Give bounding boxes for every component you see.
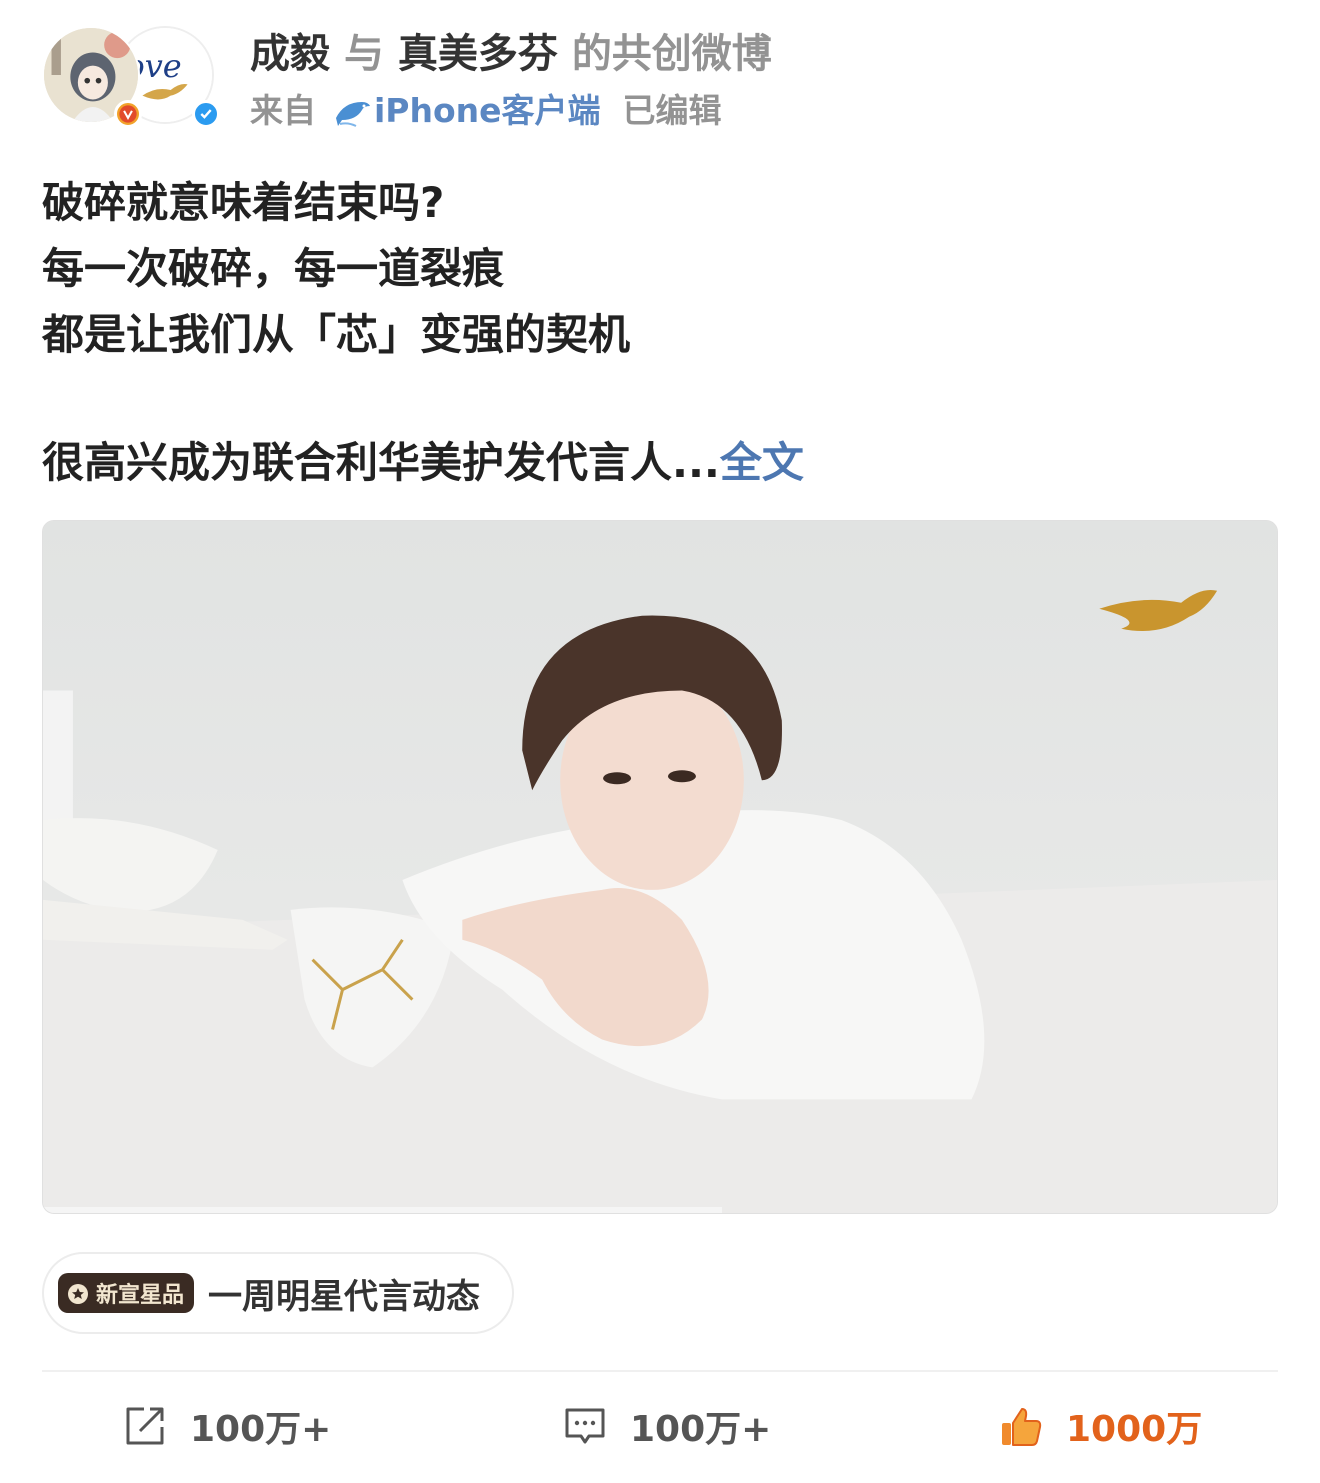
topic-badge-label: 新宣星品 [96,1283,185,1308]
post-line: 都是让我们从「芯」变强的契机 [42,310,631,359]
video-player[interactable] [42,520,1278,1214]
weibo-logo-icon [68,1284,88,1304]
dolphin-icon [336,102,370,127]
thumbs-up-icon [1002,1408,1042,1446]
like-count: 1000万 [1066,1409,1203,1450]
comment-count: 100万+ [630,1409,772,1450]
client-name: iPhone客户端 [374,91,601,130]
post-title-line: 成毅 与 真美多芬 的共创微博 [250,28,772,80]
post-line-last: 很高兴成为联合利华美护发代言人...全文 [42,430,1282,496]
post-last-text: 很高兴成为联合利华美护发代言人... [42,438,720,487]
verified-blue-badge-icon [192,100,220,128]
topic-chip[interactable]: 新宣星品 一周明星代言动态 [42,1252,514,1334]
post-text: 破碎就意味着结束吗? 每一次破碎，每一道裂痕 都是让我们从「芯」变强的契机 很高… [42,170,1282,496]
topic-text: 一周明星代言动态 [208,1276,481,1317]
author-name[interactable]: 成毅 [250,31,330,77]
connector-text: 与 [343,31,384,77]
share-button[interactable]: 100万+ [122,1372,331,1480]
like-button[interactable]: 1000万 [998,1372,1202,1480]
comment-button[interactable]: 100万+ [562,1372,771,1480]
topic-badge: 新宣星品 [58,1273,195,1313]
coauthor-name[interactable]: 真美多芬 [398,31,558,77]
post-line: 每一次破碎，每一道裂痕 [42,244,505,293]
edited-label[interactable]: 已编辑 [623,88,722,134]
comment-icon [565,1408,605,1444]
video-progress-fill [43,1207,722,1213]
action-bar: 100万+ 100万+ 1000万 [0,1372,1320,1480]
share-icon [126,1407,164,1445]
post-meta: 来自 iPhone客户端 已编辑 [250,88,722,134]
verified-red-badge-icon [114,100,142,128]
post-line: 破碎就意味着结束吗? [42,178,445,227]
post-header: ove 成毅 与 真美多芬 的共创微博 来自 iPhone客户端 已编辑 [42,22,1282,134]
video-frame-image [43,521,1277,1213]
read-more-link[interactable]: 全文 [720,438,804,487]
client-link[interactable]: iPhone客户端 [334,88,601,134]
weibo-post: ove 成毅 与 真美多芬 的共创微博 来自 iPhone客户端 已编辑 破碎就… [0,0,1320,1483]
avatar-group[interactable]: ove [42,26,220,128]
from-label: 来自 [250,91,316,130]
share-count: 100万+ [190,1409,332,1450]
video-progress-track[interactable] [43,1207,1277,1213]
cocreate-suffix: 的共创微博 [571,31,772,77]
